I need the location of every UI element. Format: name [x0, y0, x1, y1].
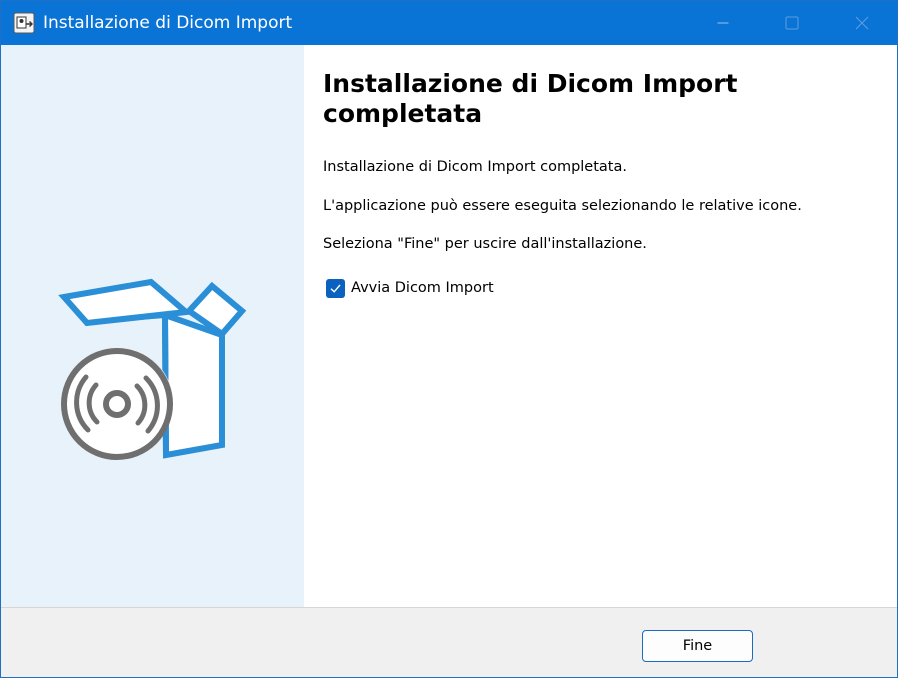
- checkbox-box[interactable]: [326, 278, 345, 298]
- close-icon: [855, 16, 869, 30]
- exit-info-message: Seleziona "Fine" per uscire dall'install…: [323, 236, 647, 252]
- finish-button[interactable]: Fine: [642, 630, 753, 662]
- button-bar: Fine: [1, 607, 897, 677]
- maximize-icon: [785, 16, 799, 30]
- software-box-disc-icon: [58, 278, 247, 460]
- page-title: Installazione di Dicom Import completata: [323, 69, 738, 128]
- title-bar[interactable]: Installazione di Dicom Import: [1, 1, 897, 45]
- checkmark-icon: [330, 284, 341, 293]
- installer-window: Installazione di Dicom Import Installazi…: [0, 0, 898, 678]
- side-panel: [1, 45, 304, 607]
- minimize-button[interactable]: [688, 1, 758, 45]
- close-button[interactable]: [827, 1, 897, 45]
- launch-app-checkbox[interactable]: Avvia Dicom Import: [326, 277, 494, 299]
- maximize-button[interactable]: [757, 1, 827, 45]
- window-title: Installazione di Dicom Import: [43, 13, 293, 33]
- content-area: Installazione di Dicom Import completata…: [304, 45, 897, 607]
- installer-app-icon: [13, 12, 35, 34]
- checkbox-label[interactable]: Avvia Dicom Import: [351, 278, 494, 298]
- completion-message: Installazione di Dicom Import completata…: [323, 159, 627, 175]
- minimize-icon: [717, 22, 729, 24]
- launch-info-message: L'applicazione può essere eseguita selez…: [323, 198, 802, 214]
